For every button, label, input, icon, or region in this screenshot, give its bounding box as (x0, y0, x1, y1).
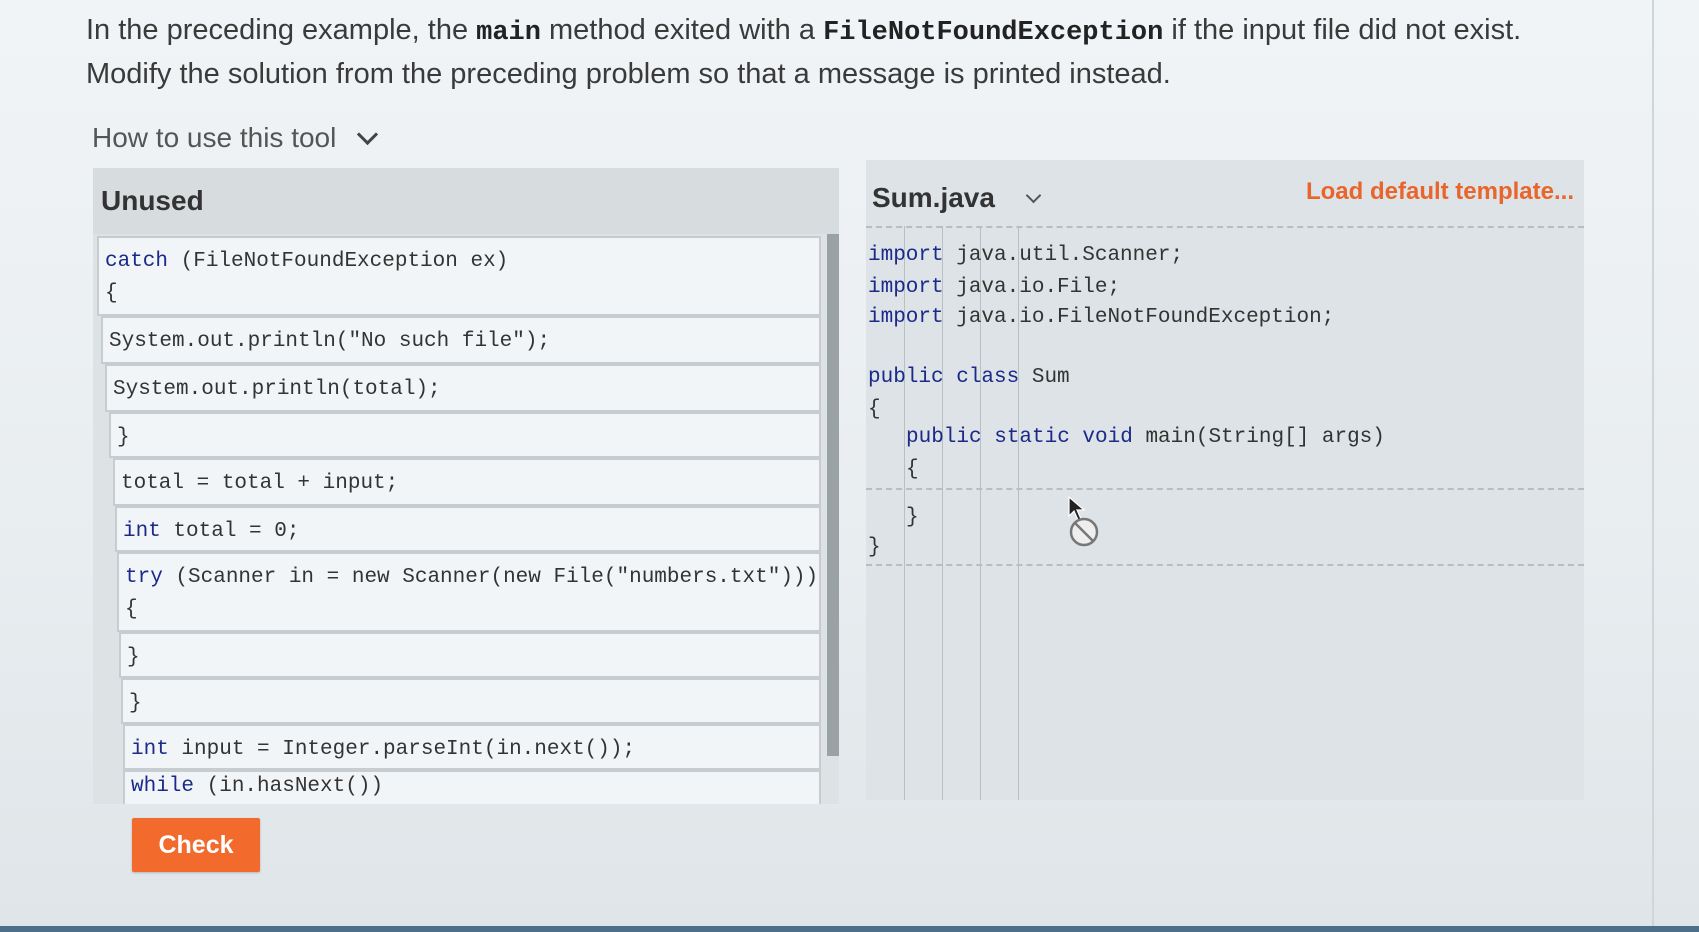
code-block-total-add[interactable]: total = total + input; (113, 458, 821, 506)
chevron-down-icon (357, 123, 379, 145)
check-button[interactable]: Check (132, 818, 260, 872)
how-to-use-label: How to use this tool (92, 122, 337, 153)
no-drop-icon (1069, 517, 1099, 547)
file-selector[interactable]: Sum.java (872, 182, 995, 214)
code-block-print-no-file[interactable]: System.out.println("No such file"); (101, 316, 821, 364)
code-line: } (906, 506, 919, 529)
code-line: import java.util.Scanner; (868, 244, 1184, 267)
chevron-down-icon[interactable] (1025, 187, 1042, 204)
code-block-close-brace[interactable]: } (109, 412, 821, 458)
code-line: public static void main(String[] args) (906, 426, 1385, 449)
code-block-while[interactable]: while (in.hasNext()) (123, 770, 821, 804)
load-default-template-link[interactable]: Load default template... (1306, 178, 1574, 206)
code-line: { (868, 398, 881, 421)
unused-title: Unused (93, 168, 839, 234)
unused-panel: Unused catch (FileNotFoundException ex) … (93, 168, 839, 804)
editor-header: Sum.java Load default template... (866, 160, 1584, 226)
code-block-close-brace[interactable]: } (119, 632, 821, 678)
drop-slot-divider (866, 488, 1584, 490)
page: In the preceding example, the main metho… (0, 0, 1699, 932)
drop-slot-divider (866, 564, 1584, 566)
problem-statement: In the preceding example, the main metho… (86, 14, 1522, 90)
code-block-catch[interactable]: catch (FileNotFoundException ex) { (97, 236, 821, 316)
code-line: } (868, 536, 881, 559)
code-block-print-total[interactable]: System.out.println(total); (105, 364, 821, 412)
code-line: import java.io.FileNotFoundException; (868, 306, 1335, 329)
code-line: import java.io.File; (868, 276, 1121, 299)
code-block-close-brace[interactable]: } (121, 678, 821, 724)
unused-scrollbar[interactable] (827, 234, 839, 756)
bottom-bar (0, 926, 1699, 932)
code-block-try[interactable]: try (Scanner in = new Scanner(new File("… (117, 552, 821, 632)
how-to-use-toggle[interactable]: How to use this tool (92, 122, 379, 154)
divider (866, 226, 1584, 228)
editor-panel: Sum.java Load default template... import… (866, 160, 1584, 800)
code-line: { (906, 458, 919, 481)
page-border (1652, 0, 1654, 932)
code-block-int-total[interactable]: int total = 0; (115, 506, 821, 552)
code-line: public class Sum (868, 366, 1070, 389)
code-block-int-input[interactable]: int input = Integer.parseInt(in.next()); (123, 724, 821, 770)
